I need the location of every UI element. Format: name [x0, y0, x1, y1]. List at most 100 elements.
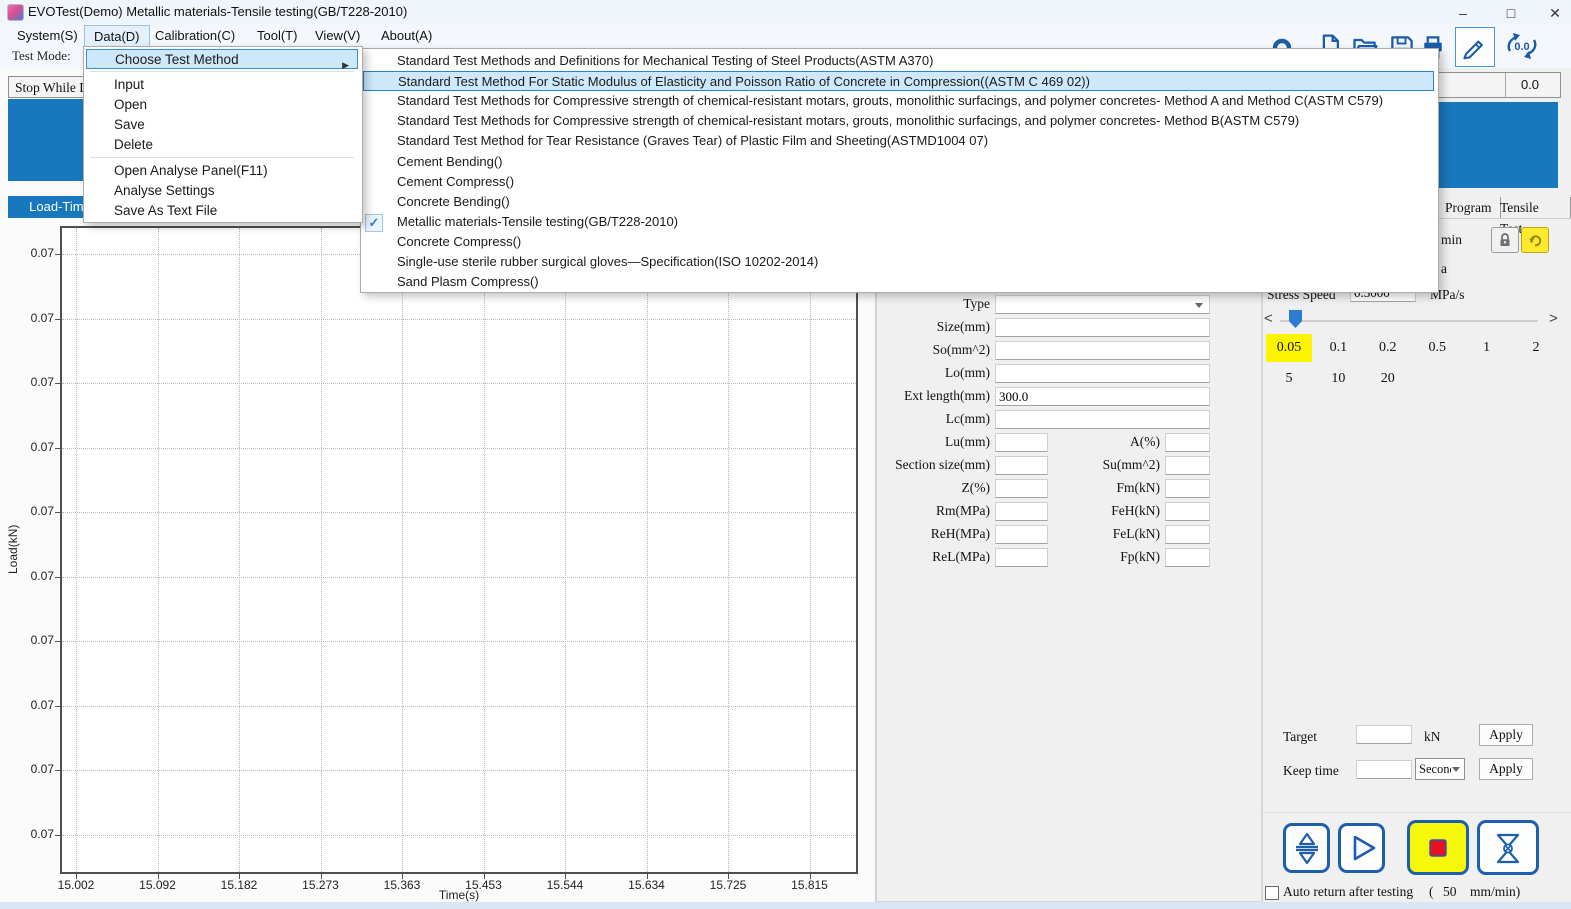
menu-item-open-analyse-panel-f11[interactable]: Open Analyse Panel(F11) [86, 161, 358, 181]
application-window: EVOTest(Demo) Metallic materials-Tensile… [0, 0, 1571, 909]
form-input-size-mm[interactable] [995, 318, 1210, 337]
menu-item-delete[interactable]: Delete [86, 135, 358, 155]
x-axis-title: Time(s) [60, 888, 858, 902]
menu-item-analyse-settings[interactable]: Analyse Settings [86, 181, 358, 201]
y-gridline [62, 641, 856, 642]
test-method-1[interactable]: Standard Test Methods and Definitions fo… [363, 51, 1434, 71]
test-method-10[interactable]: Concrete Compress() [363, 232, 1434, 252]
y-tick-label: 0.07 [10, 311, 54, 325]
speed-option-1[interactable]: 1 [1464, 334, 1510, 362]
y-tick [55, 706, 60, 707]
form-input-reh-mpa[interactable] [995, 525, 1048, 544]
speed-option-0.05[interactable]: 0.05 [1266, 334, 1312, 362]
keep-time-apply-button[interactable]: Apply [1479, 758, 1533, 780]
test-method-9[interactable]: Metallic materials-Tensile testing(GB/T2… [363, 212, 1434, 232]
target-apply-button[interactable]: Apply [1479, 724, 1533, 746]
target-input[interactable] [1356, 725, 1412, 744]
menu-item-save[interactable]: Save [86, 115, 358, 135]
keep-time-label: Keep time [1283, 763, 1339, 779]
form-input-su-mm-2[interactable] [1165, 456, 1210, 475]
menubar-item-viewv[interactable]: View(V) [306, 25, 369, 46]
speed-option-2[interactable]: 2 [1513, 334, 1559, 362]
menu-item-input[interactable]: Input [86, 75, 358, 95]
close-button[interactable]: ✕ [1540, 0, 1570, 26]
y-tick [55, 383, 60, 384]
stop-test-button[interactable] [1407, 820, 1469, 875]
form-input-so-mm-2[interactable] [995, 341, 1210, 360]
menubar-item-abouta[interactable]: About(A) [372, 25, 441, 46]
slider-left-arrow[interactable]: < [1264, 310, 1273, 327]
form-input-ext-length-mm[interactable] [995, 387, 1210, 406]
y-gridline [62, 448, 856, 449]
auto-return-checkbox[interactable] [1265, 886, 1279, 900]
speed-slider-track[interactable] [1280, 320, 1538, 322]
form-label-lo-mm: Lo(mm) [880, 365, 990, 381]
speed-option-20[interactable]: 20 [1365, 365, 1411, 393]
form-input-fm-kn[interactable] [1165, 479, 1210, 498]
target-label: Target [1283, 729, 1317, 745]
form-input-lo-mm[interactable] [995, 364, 1210, 383]
menu-item-save-as-text-file[interactable]: Save As Text File [86, 201, 358, 221]
edit-tool-button[interactable] [1455, 27, 1495, 67]
minimize-button[interactable]: – [1448, 0, 1478, 26]
form-input-fel-kn[interactable] [1165, 525, 1210, 544]
lock-button[interactable] [1491, 227, 1519, 253]
form-input-rm-mpa[interactable] [995, 502, 1048, 521]
y-gridline [62, 706, 856, 707]
data-menu: Choose Test Method▶ InputOpenSaveDelete Op… [83, 46, 363, 223]
form-label-z: Z(%) [880, 480, 990, 496]
test-method-5[interactable]: Standard Test Method for Tear Resistance… [363, 131, 1434, 151]
form-input-section-size-mm[interactable] [995, 456, 1048, 475]
form-input-lc-mm[interactable] [995, 410, 1210, 429]
test-method-7[interactable]: Cement Compress() [363, 172, 1434, 192]
y-tick-label: 0.07 [10, 698, 54, 712]
form-input-z[interactable] [995, 479, 1048, 498]
form-select-type[interactable] [995, 295, 1210, 314]
jog-crosshead-button[interactable] [1283, 823, 1330, 873]
menu-item-choose-test-method[interactable]: Choose Test Method▶ [86, 49, 358, 69]
form-label-section-size-mm: Section size(mm) [880, 457, 990, 473]
unit-fragment-mm-min: min [1441, 232, 1462, 248]
menu-item-open[interactable]: Open [86, 95, 358, 115]
form-input-lu-mm[interactable] [995, 433, 1048, 452]
zero-return-icon: 0.0 [1500, 30, 1544, 62]
form-input-fp-kn[interactable] [1165, 548, 1210, 567]
form-label-so-mm-2: So(mm^2) [880, 342, 990, 358]
test-method-8[interactable]: Concrete Bending() [363, 192, 1434, 212]
keep-time-input[interactable] [1356, 760, 1412, 779]
test-method-12[interactable]: Sand Plasm Compress() [363, 272, 1434, 292]
test-method-6[interactable]: Cement Bending() [363, 152, 1434, 172]
menubar-item-toolt[interactable]: Tool(T) [248, 25, 306, 46]
play-icon [1344, 830, 1380, 866]
speed-option-0.2[interactable]: 0.2 [1365, 334, 1411, 362]
tab-tensile-test[interactable]: Tensile Test [1492, 197, 1571, 218]
cycle-button[interactable] [1521, 227, 1549, 253]
y-tick [55, 448, 60, 449]
y-tick [55, 512, 60, 513]
return-button[interactable] [1477, 820, 1539, 875]
keep-time-unit-select[interactable]: Second [1415, 758, 1465, 780]
x-gridline [484, 228, 485, 872]
tab-program[interactable]: Program [1437, 197, 1501, 218]
menubar-item-datad[interactable]: Data(D) [84, 25, 150, 48]
zero-return-tool-button[interactable]: 0.0 [1500, 30, 1544, 67]
form-input-rel-mpa[interactable] [995, 548, 1048, 567]
speed-option-0.1[interactable]: 0.1 [1315, 334, 1361, 362]
test-method-11[interactable]: Single-use sterile rubber surgical glove… [363, 252, 1434, 272]
start-test-button[interactable] [1338, 823, 1385, 873]
test-method-3[interactable]: Standard Test Methods for Compressive st… [363, 91, 1434, 111]
form-label-su-mm-2: Su(mm^2) [1052, 457, 1160, 473]
test-method-4[interactable]: Standard Test Methods for Compressive st… [363, 111, 1434, 131]
menubar-item-calibrationc[interactable]: Calibration(C) [146, 25, 244, 46]
speed-option-5[interactable]: 5 [1266, 365, 1312, 393]
form-input-a[interactable] [1165, 433, 1210, 452]
test-method-2[interactable]: Standard Test Method For Static Modulus … [363, 71, 1434, 91]
slider-right-arrow[interactable]: > [1549, 310, 1558, 327]
maximize-button[interactable]: □ [1496, 0, 1526, 26]
form-label-reh-mpa: ReH(MPa) [880, 526, 990, 542]
form-input-feh-kn[interactable] [1165, 502, 1210, 521]
edit-icon [1460, 32, 1488, 60]
menubar-item-systems[interactable]: System(S) [8, 25, 87, 46]
speed-option-0.5[interactable]: 0.5 [1414, 334, 1460, 362]
speed-option-10[interactable]: 10 [1315, 365, 1361, 393]
